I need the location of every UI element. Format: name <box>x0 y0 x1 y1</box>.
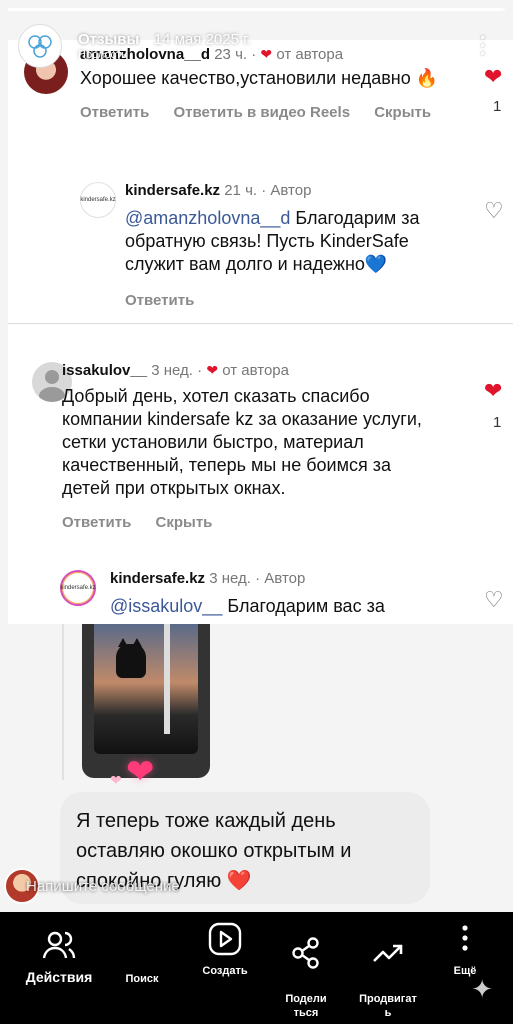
reply-button[interactable]: Ответить <box>80 104 149 121</box>
reply-username[interactable]: kindersafe.kz <box>110 570 205 587</box>
toolbar-label: Продвигат ь <box>359 993 417 1019</box>
like-heart-icon[interactable]: ❤ <box>484 64 502 90</box>
reply-username[interactable]: kindersafe.kz <box>125 182 220 199</box>
reply-text: @issakulov__ Благодарим вас за <box>110 596 385 616</box>
divider <box>8 323 513 324</box>
toolbar-more[interactable]: Ещё <box>440 922 490 978</box>
reply-time: 21 ч. <box>224 182 258 199</box>
hide-button[interactable]: Скрыть <box>156 514 213 531</box>
comment-time: 3 нед. <box>151 362 193 379</box>
toolbar-label: Подели ться <box>285 993 327 1019</box>
comment-screenshot-card: amanzholovna__d 23 ч. · ❤ от автора Хоро… <box>8 40 513 624</box>
reply-placeholder: Напишите сообщение <box>26 877 180 895</box>
comment-actions: Ответить Ответить в видео Reels Скрыть <box>80 104 470 121</box>
toolbar-search[interactable]: Поиск <box>112 972 172 986</box>
reply-time: 3 нед. <box>209 570 251 587</box>
toolbar-create[interactable]: Создать <box>190 922 260 978</box>
thread-line <box>62 624 64 780</box>
comment-text: Добрый день, хотел сказать спасибо компа… <box>62 386 422 498</box>
story-progress-fill <box>8 8 501 11</box>
story-avatar[interactable] <box>18 24 62 68</box>
reply-button[interactable]: Ответить <box>62 514 131 531</box>
like-heart-icon[interactable]: ❤ <box>484 378 502 404</box>
more-vertical-icon[interactable]: · · · <box>480 27 487 65</box>
story-header: Отзывы 14 мая 2025 г. Пролость <box>18 22 251 70</box>
story-subtitle: Пролость <box>78 49 127 61</box>
like-heart-outline-icon[interactable]: ♡ <box>484 587 504 613</box>
reply-actions: Ответить <box>125 292 465 309</box>
author-badge: Автор <box>270 182 312 199</box>
reply-text: @amanzholovna__d Благодарим за обратную … <box>125 208 420 274</box>
kindersafe-logo-avatar: kindersafe.kz <box>60 570 96 606</box>
story-progress-bar <box>8 8 505 11</box>
heart-icon: ❤ <box>206 362 219 378</box>
author-liked-tag: от автора <box>276 46 344 63</box>
story-date: 14 мая 2025 г. <box>153 31 251 48</box>
toolbar-share[interactable]: Подели ться <box>272 922 340 1020</box>
reply-header: kindersafe.kz 21 ч. · Автор <box>125 182 312 199</box>
reply-input[interactable]: Напишите сообщение <box>4 866 244 906</box>
big-heart-icon: ❤ <box>126 753 155 791</box>
share-icon <box>292 937 319 969</box>
author-liked-tag: от автора <box>222 362 289 379</box>
reply-header: kindersafe.kz 3 нед. · Автор <box>110 570 306 587</box>
small-heart-icon: ❤ <box>110 772 122 788</box>
like-count: 1 <box>493 414 502 431</box>
toolbar-actions[interactable]: Действия <box>14 928 104 984</box>
like-heart-outline-icon[interactable]: ♡ <box>484 198 504 224</box>
toolbar-label: Создать <box>202 965 248 977</box>
story-viewer: amanzholovna__d 23 ч. · ❤ от автора Хоро… <box>0 0 513 912</box>
people-icon <box>42 931 76 959</box>
reply-button[interactable]: Ответить <box>125 292 194 309</box>
kindersafe-logo-avatar: kindersafe.kz <box>80 182 116 218</box>
toolbar-promote[interactable]: Продвигат ь <box>350 922 426 1020</box>
trend-icon <box>373 944 403 962</box>
sparkle-icon: ✦ <box>471 974 493 1004</box>
mention-link[interactable]: @issakulov__ <box>110 596 222 616</box>
story-title[interactable]: Отзывы <box>78 31 139 48</box>
hide-button[interactable]: Скрыть <box>374 104 431 121</box>
bottom-toolbar: Действия Поиск Создать Подели ться Продв… <box>0 912 513 1024</box>
toolbar-label: Действия <box>25 969 93 985</box>
like-count: 1 <box>493 98 502 115</box>
mention-link[interactable]: @amanzholovna__d <box>125 208 290 228</box>
reply-reels-button[interactable]: Ответить в видео Reels <box>174 104 351 121</box>
more-vertical-icon <box>462 925 468 951</box>
heart-icon: ❤ <box>260 46 273 62</box>
comment-text: Хорошее качество,установили недавно 🔥 <box>80 68 439 88</box>
comment-username[interactable]: issakulov__ <box>62 362 147 379</box>
comment-header: issakulov__ 3 нед. · ❤ от автора <box>62 362 289 379</box>
comment-actions: Ответить Скрыть <box>62 514 462 531</box>
play-icon <box>208 922 242 956</box>
cat-silhouette <box>116 644 146 678</box>
toolbar-label: Поиск <box>125 973 159 985</box>
author-badge: Автор <box>264 570 306 587</box>
